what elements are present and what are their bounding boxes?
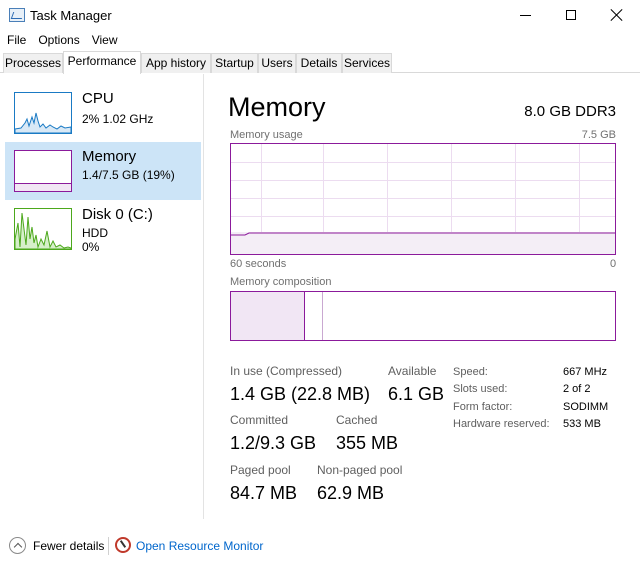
menu-view[interactable]: View xyxy=(85,30,123,50)
time-axis-start: 60 seconds xyxy=(230,258,287,270)
sidebar-item-detail: 1.4/7.5 GB (19%) xyxy=(82,168,175,182)
paged-pool-label: Paged pool xyxy=(230,463,291,477)
resource-list: CPU 2% 1.02 GHz Memory 1.4/7.5 GB (19%) … xyxy=(0,74,204,519)
disk-thumbnail-graph xyxy=(14,208,72,250)
hardware-reserved-value: 533 MB xyxy=(563,418,601,430)
available-value: 6.1 GB xyxy=(388,384,445,404)
composition-modified xyxy=(322,292,323,340)
minimize-button[interactable] xyxy=(502,0,548,30)
committed-label: Committed xyxy=(230,413,289,427)
fewer-details-button[interactable]: Fewer details xyxy=(33,539,104,553)
tab-services[interactable]: Services xyxy=(342,53,392,73)
form-factor-value: SODIMM xyxy=(563,401,609,413)
maximize-button[interactable] xyxy=(548,0,594,30)
sidebar-item-detail-2: 0% xyxy=(82,240,100,254)
sidebar-item-memory[interactable]: Memory 1.4/7.5 GB (19%) xyxy=(5,142,201,200)
page-title: Memory xyxy=(228,92,326,122)
tab-app-history[interactable]: App history xyxy=(141,53,211,73)
footer-bar: Fewer details Open Resource Monitor xyxy=(0,530,640,564)
tab-processes[interactable]: Processes xyxy=(3,53,63,73)
sidebar-item-label: Memory xyxy=(82,148,137,165)
slots-used-label: Slots used: xyxy=(453,383,508,395)
memory-spec: 8.0 GB DDR3 xyxy=(524,103,616,120)
speed-value: 667 MHz xyxy=(563,366,608,378)
memory-composition-label: Memory composition xyxy=(230,276,332,288)
resource-monitor-icon[interactable] xyxy=(115,537,131,553)
close-icon xyxy=(611,9,623,21)
in-use-label: In use (Compressed) xyxy=(230,364,343,378)
committed-value: 1.2/9.3 GB xyxy=(230,433,317,453)
menu-options[interactable]: Options xyxy=(31,30,84,50)
paged-pool-value: 84.7 MB xyxy=(230,483,298,503)
cached-value: 355 MB xyxy=(336,433,399,453)
non-paged-pool-label: Non-paged pool xyxy=(317,463,403,477)
tab-startup[interactable]: Startup xyxy=(211,53,258,73)
composition-in-use xyxy=(231,292,305,340)
cpu-thumbnail-svg xyxy=(15,112,71,133)
sidebar-item-cpu[interactable]: CPU 2% 1.02 GHz xyxy=(5,84,201,142)
memory-usage-max: 7.5 GB xyxy=(581,129,616,141)
tab-users[interactable]: Users xyxy=(258,53,296,73)
disk-thumbnail-svg xyxy=(15,212,71,249)
close-button[interactable] xyxy=(594,0,640,30)
speed-label: Speed: xyxy=(453,366,488,378)
cpu-thumbnail-graph xyxy=(14,92,72,134)
memory-usage-label: Memory usage xyxy=(230,129,303,141)
hardware-reserved-label: Hardware reserved: xyxy=(453,418,550,430)
open-resource-monitor-link[interactable]: Open Resource Monitor xyxy=(136,539,263,553)
footer-divider xyxy=(108,537,109,555)
form-factor-label: Form factor: xyxy=(453,401,513,413)
menu-file[interactable]: File xyxy=(0,30,31,50)
memory-thumbnail-fill xyxy=(15,183,71,191)
memory-composition-bar xyxy=(230,291,616,341)
available-label: Available xyxy=(388,364,437,378)
memory-usage-area xyxy=(231,232,615,254)
minimize-icon xyxy=(519,14,531,16)
memory-thumbnail-graph xyxy=(14,150,72,192)
in-use-value: 1.4 GB (22.8 MB) xyxy=(230,384,371,404)
tab-performance[interactable]: Performance xyxy=(63,51,141,74)
sidebar-item-label: Disk 0 (C:) xyxy=(82,206,153,223)
cached-label: Cached xyxy=(336,413,378,427)
sidebar-item-detail: HDD xyxy=(82,226,108,240)
window-title: Task Manager xyxy=(30,8,112,23)
slots-used-value: 2 of 2 xyxy=(563,383,591,395)
sidebar-item-detail: 2% 1.02 GHz xyxy=(82,112,154,126)
tab-bar: Processes Performance App history Startu… xyxy=(0,51,640,74)
title-bar: Task Manager xyxy=(0,0,640,30)
maximize-icon xyxy=(566,10,576,20)
sidebar-item-disk[interactable]: Disk 0 (C:) HDD 0% xyxy=(5,200,201,258)
sidebar-item-label: CPU xyxy=(82,90,114,107)
time-axis-end: 0 xyxy=(610,258,617,270)
task-manager-icon xyxy=(9,8,25,22)
memory-usage-graph xyxy=(230,143,616,255)
tab-details[interactable]: Details xyxy=(296,53,342,73)
menu-bar: File Options View xyxy=(0,30,640,50)
non-paged-pool-value: 62.9 MB xyxy=(317,483,385,503)
chevron-up-icon[interactable] xyxy=(9,537,26,554)
memory-usage-svg xyxy=(231,144,615,254)
